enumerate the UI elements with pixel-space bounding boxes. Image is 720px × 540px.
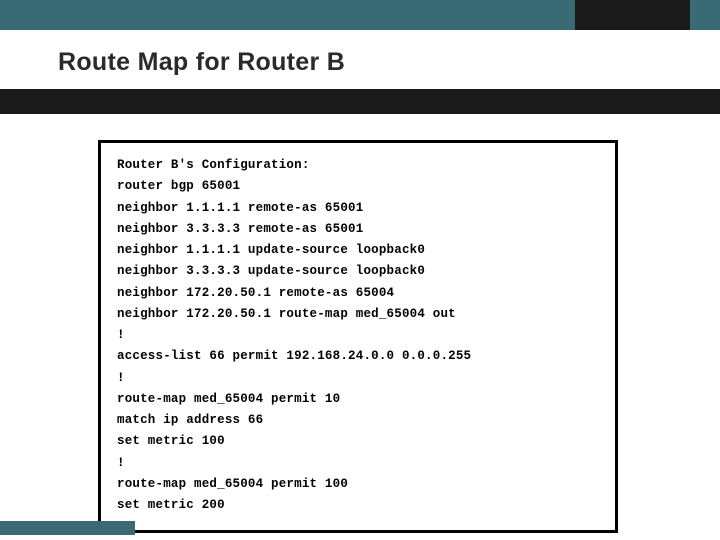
config-line: router bgp 65001 xyxy=(117,176,599,197)
config-line: neighbor 172.20.50.1 remote-as 65004 xyxy=(117,283,599,304)
config-line: neighbor 1.1.1.1 update-source loopback0 xyxy=(117,240,599,261)
title-underline xyxy=(0,92,720,114)
config-line: route-map med_65004 permit 100 xyxy=(117,474,599,495)
slide-accent-top-dark xyxy=(575,0,690,30)
config-line: neighbor 3.3.3.3 remote-as 65001 xyxy=(117,219,599,240)
title-bar: Route Map for Router B xyxy=(0,30,720,92)
config-line: neighbor 1.1.1.1 remote-as 65001 xyxy=(117,198,599,219)
slide-accent-bottom xyxy=(0,521,135,535)
config-line: neighbor 3.3.3.3 update-source loopback0 xyxy=(117,261,599,282)
config-line: ! xyxy=(117,453,599,474)
config-line: neighbor 172.20.50.1 route-map med_65004… xyxy=(117,304,599,325)
config-box: Router B's Configuration: router bgp 650… xyxy=(98,140,618,533)
config-line: set metric 100 xyxy=(117,431,599,452)
config-line: ! xyxy=(117,368,599,389)
config-line: set metric 200 xyxy=(117,495,599,516)
config-header: Router B's Configuration: xyxy=(117,155,599,176)
page-title: Route Map for Router B xyxy=(58,48,720,77)
config-line: access-list 66 permit 192.168.24.0.0 0.0… xyxy=(117,346,599,367)
config-line: match ip address 66 xyxy=(117,410,599,431)
config-line: ! xyxy=(117,325,599,346)
config-line: route-map med_65004 permit 10 xyxy=(117,389,599,410)
